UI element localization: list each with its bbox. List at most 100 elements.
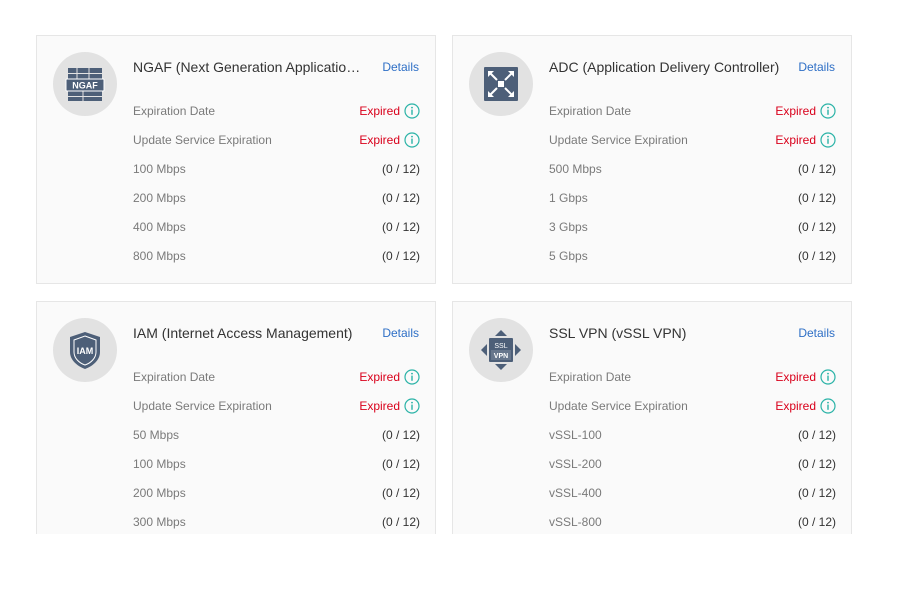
info-icon[interactable] — [820, 131, 836, 148]
row-label: Expiration Date — [133, 369, 216, 384]
details-link[interactable]: Details — [382, 60, 419, 74]
license-count: (0 / 12) — [381, 427, 420, 442]
status-expired: Expired — [359, 397, 420, 414]
license-count: (0 / 12) — [797, 248, 836, 263]
row-label: vSSL-200 — [549, 456, 602, 471]
license-row: vSSL-200 (0 / 12) — [549, 449, 836, 478]
status-expired: Expired — [359, 368, 420, 385]
license-count: (0 / 12) — [381, 161, 420, 176]
license-count: (0 / 12) — [381, 485, 420, 500]
license-row: Update Service Expiration Expired — [133, 125, 420, 154]
license-row: 500 Mbps (0 / 12) — [549, 154, 836, 183]
svg-text:NGAF: NGAF — [72, 81, 98, 91]
row-label: 50 Mbps — [133, 427, 180, 442]
row-label: 5 Gbps — [549, 248, 588, 263]
product-card-iam: IAM IAM (Internet Access Management) Det… — [36, 301, 436, 534]
license-count: (0 / 12) — [797, 219, 836, 234]
license-row: 3 Gbps (0 / 12) — [549, 212, 836, 241]
license-row: Expiration Date Expired — [549, 96, 836, 125]
row-label: Expiration Date — [549, 103, 632, 118]
expired-text: Expired — [775, 369, 816, 384]
license-row: Expiration Date Expired — [133, 362, 420, 391]
row-label: 800 Mbps — [133, 248, 186, 263]
license-count: (0 / 12) — [797, 514, 836, 529]
license-row: 200 Mbps (0 / 12) — [133, 478, 420, 507]
info-icon[interactable] — [404, 397, 420, 414]
expired-text: Expired — [359, 132, 400, 147]
info-icon[interactable] — [404, 368, 420, 385]
license-count: (0 / 12) — [797, 161, 836, 176]
product-title: SSL VPN (vSSL VPN) — [549, 325, 687, 341]
expired-text: Expired — [775, 398, 816, 413]
license-row: vSSL-800 (0 / 12) — [549, 507, 836, 534]
license-row: Update Service Expiration Expired — [133, 391, 420, 420]
svg-text:IAM: IAM — [77, 346, 94, 356]
license-count: (0 / 12) — [381, 248, 420, 263]
license-count: (0 / 12) — [797, 190, 836, 205]
expired-text: Expired — [359, 398, 400, 413]
row-label: vSSL-800 — [549, 514, 602, 529]
row-label: Update Service Expiration — [549, 132, 688, 147]
license-list: Expiration Date Expired Update Service E… — [549, 96, 836, 270]
license-list: Expiration Date Expired Update Service E… — [133, 96, 420, 270]
license-row: 800 Mbps (0 / 12) — [133, 241, 420, 270]
status-expired: Expired — [359, 102, 420, 119]
license-row: Expiration Date Expired — [549, 362, 836, 391]
row-label: Update Service Expiration — [133, 398, 272, 413]
expired-text: Expired — [359, 103, 400, 118]
row-label: vSSL-400 — [549, 485, 602, 500]
iam-shield-icon: IAM — [53, 318, 117, 382]
license-list: Expiration Date Expired Update Service E… — [133, 362, 420, 534]
license-count: (0 / 12) — [797, 427, 836, 442]
info-icon[interactable] — [820, 368, 836, 385]
license-row: 200 Mbps (0 / 12) — [133, 183, 420, 212]
license-row: Update Service Expiration Expired — [549, 125, 836, 154]
row-label: Expiration Date — [549, 369, 632, 384]
product-title: NGAF (Next Generation Application Firewa… — [133, 59, 365, 75]
license-row: 100 Mbps (0 / 12) — [133, 449, 420, 478]
row-label: 100 Mbps — [133, 456, 186, 471]
status-expired: Expired — [775, 368, 836, 385]
row-label: 200 Mbps — [133, 485, 186, 500]
license-count: (0 / 12) — [381, 456, 420, 471]
row-label: Update Service Expiration — [133, 132, 272, 147]
license-row: 300 Mbps (0 / 12) — [133, 507, 420, 534]
ngaf-firewall-icon: NGAF — [53, 52, 117, 116]
license-count: (0 / 12) — [797, 485, 836, 500]
info-icon[interactable] — [404, 131, 420, 148]
product-card-adc: ADC (Application Delivery Controller) De… — [452, 35, 852, 284]
details-link[interactable]: Details — [382, 326, 419, 340]
license-count: (0 / 12) — [381, 190, 420, 205]
license-count: (0 / 12) — [797, 456, 836, 471]
product-title: ADC (Application Delivery Controller) — [549, 59, 780, 75]
info-icon[interactable] — [820, 397, 836, 414]
status-expired: Expired — [775, 131, 836, 148]
details-link[interactable]: Details — [798, 60, 835, 74]
license-row: vSSL-400 (0 / 12) — [549, 478, 836, 507]
expired-text: Expired — [775, 132, 816, 147]
info-icon[interactable] — [820, 102, 836, 119]
row-label: 400 Mbps — [133, 219, 186, 234]
expired-text: Expired — [775, 103, 816, 118]
status-expired: Expired — [775, 102, 836, 119]
product-card-ngaf: NGAF NGAF (Next Generation Application F… — [36, 35, 436, 284]
row-label: Expiration Date — [133, 103, 216, 118]
svg-text:VPN: VPN — [494, 353, 508, 360]
info-icon[interactable] — [404, 102, 420, 119]
license-row: Update Service Expiration Expired — [549, 391, 836, 420]
license-row: 100 Mbps (0 / 12) — [133, 154, 420, 183]
row-label: 500 Mbps — [549, 161, 602, 176]
row-label: 300 Mbps — [133, 514, 186, 529]
row-label: 100 Mbps — [133, 161, 186, 176]
license-row: vSSL-100 (0 / 12) — [549, 420, 836, 449]
row-label: 3 Gbps — [549, 219, 588, 234]
row-label: vSSL-100 — [549, 427, 602, 442]
license-count: (0 / 12) — [381, 219, 420, 234]
license-row: 50 Mbps (0 / 12) — [133, 420, 420, 449]
adc-arrows-icon — [469, 52, 533, 116]
details-link[interactable]: Details — [798, 326, 835, 340]
product-card-ssl-vpn: SSL VPN SSL VPN (vSSL VPN) Details Expir… — [452, 301, 852, 534]
svg-text:SSL: SSL — [494, 343, 507, 350]
license-row: 5 Gbps (0 / 12) — [549, 241, 836, 270]
ssl-vpn-icon: SSL VPN — [469, 318, 533, 382]
